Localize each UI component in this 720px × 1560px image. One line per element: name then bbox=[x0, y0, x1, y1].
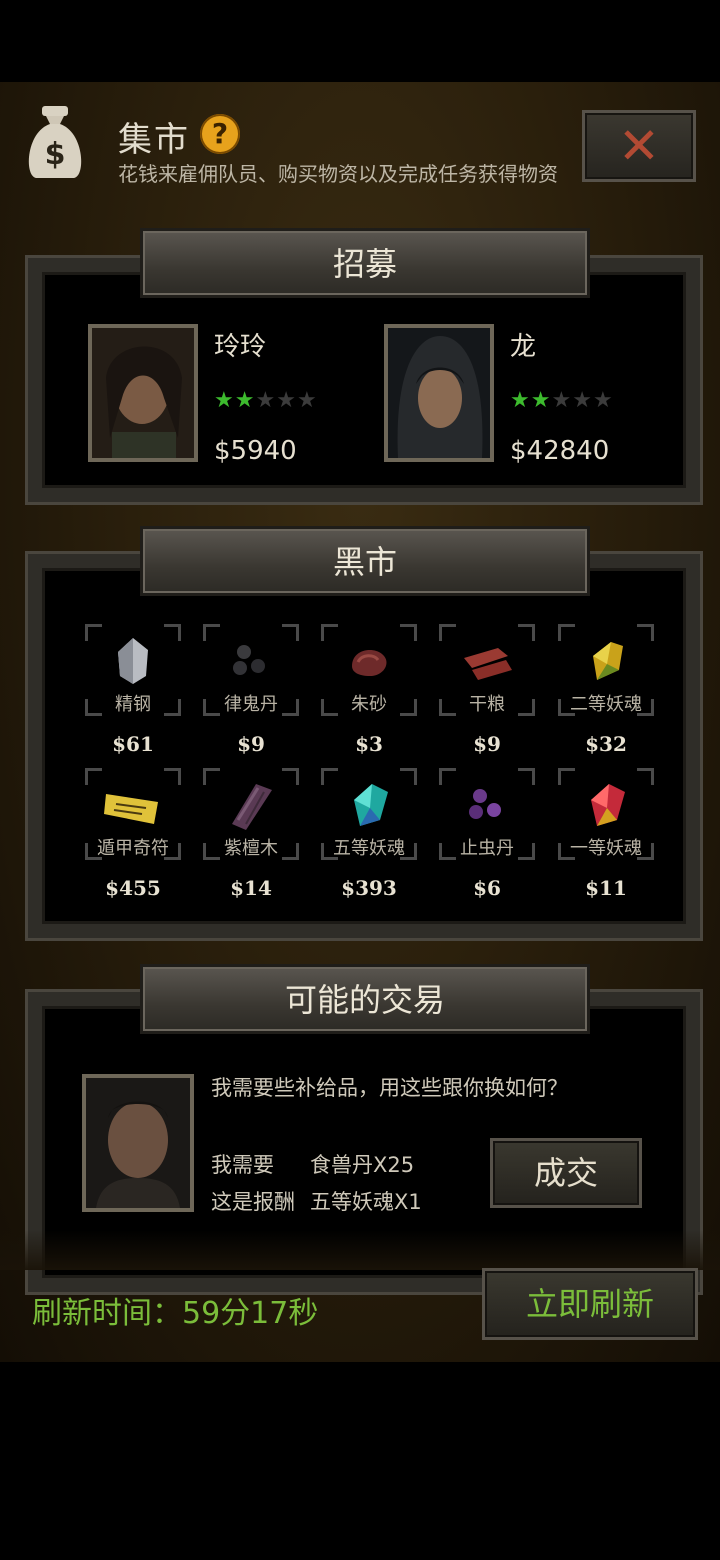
recruit-name: 龙 bbox=[510, 332, 537, 362]
black-market-section-title: 黑市 bbox=[140, 526, 590, 596]
close-icon: ✕ bbox=[618, 117, 660, 175]
red-crystal-icon bbox=[591, 784, 625, 826]
trader-avatar bbox=[82, 1074, 194, 1212]
item-price: $61 bbox=[112, 732, 154, 756]
portrait-image bbox=[388, 328, 490, 458]
item-name: 止虫丹 bbox=[460, 838, 514, 859]
item-price: $14 bbox=[230, 876, 272, 900]
item-name: 朱砂 bbox=[351, 694, 387, 715]
market-item[interactable]: 遁甲奇符 $455 bbox=[85, 768, 181, 900]
item-name: 精钢 bbox=[115, 694, 151, 715]
trade-reward-item: 五等妖魂X1 bbox=[310, 1190, 422, 1214]
item-name: 律鬼丹 bbox=[224, 694, 278, 715]
refresh-now-button[interactable]: 立即刷新 bbox=[482, 1268, 698, 1340]
item-price: $11 bbox=[585, 876, 627, 900]
star-filled-icon: ★ bbox=[510, 388, 531, 413]
star-empty-icon: ★ bbox=[551, 388, 573, 413]
market-item[interactable]: 律鬼丹 $9 bbox=[203, 624, 299, 756]
item-price: $6 bbox=[473, 876, 501, 900]
black-pills-icon bbox=[233, 645, 265, 675]
recruit-card-long[interactable]: 龙 ★★★★★ $42840 bbox=[384, 324, 634, 466]
item-name: 干粮 bbox=[469, 694, 505, 715]
deal-button[interactable]: 成交 bbox=[490, 1138, 642, 1208]
market-item[interactable]: 朱砂 $3 bbox=[321, 624, 417, 756]
cinnabar-icon bbox=[352, 650, 387, 676]
scroll-fade bbox=[0, 1230, 720, 1270]
star-rating: ★★★★★ bbox=[510, 388, 614, 413]
item-name: 五等妖魂 bbox=[333, 838, 405, 859]
avatar bbox=[384, 324, 494, 462]
star-empty-icon: ★ bbox=[592, 388, 614, 413]
close-button[interactable]: ✕ bbox=[582, 110, 696, 182]
page-title: 集市 bbox=[118, 120, 190, 160]
item-price: $455 bbox=[105, 876, 161, 900]
item-name: 紫檀木 bbox=[224, 838, 278, 859]
star-empty-icon: ★ bbox=[255, 388, 277, 413]
trade-reward-label: 这是报酬 bbox=[211, 1190, 295, 1214]
item-name: 二等妖魂 bbox=[570, 694, 642, 715]
recruit-section-title: 招募 bbox=[140, 228, 590, 298]
avatar bbox=[88, 324, 198, 462]
sandalwood-icon bbox=[232, 784, 272, 830]
refresh-timer: 刷新时间：59分17秒 bbox=[32, 1296, 319, 1331]
item-name: 遁甲奇符 bbox=[97, 838, 169, 859]
steel-ore-icon bbox=[118, 638, 148, 684]
star-empty-icon: ★ bbox=[296, 388, 318, 413]
item-name: 一等妖魂 bbox=[570, 838, 642, 859]
recruit-card-lingling[interactable]: 玲玲 ★★★★★ $5940 bbox=[88, 324, 338, 466]
market-item[interactable]: 干粮 $9 bbox=[439, 624, 535, 756]
purple-pills-icon bbox=[469, 789, 501, 819]
recruit-price: $5940 bbox=[214, 436, 297, 466]
item-price: $32 bbox=[585, 732, 627, 756]
trade-section-title: 可能的交易 bbox=[140, 964, 590, 1034]
market-item[interactable]: 二等妖魂 $32 bbox=[558, 624, 654, 756]
market-item[interactable]: 精钢 $61 bbox=[85, 624, 181, 756]
portrait-image bbox=[92, 328, 194, 458]
help-icon[interactable]: ? bbox=[200, 114, 240, 154]
trade-message: 我需要些补给品，用这些跟你换如何？ bbox=[211, 1076, 568, 1100]
jerky-icon bbox=[464, 648, 512, 680]
recruit-price: $42840 bbox=[510, 436, 610, 466]
star-filled-icon: ★ bbox=[214, 388, 235, 413]
market-item[interactable]: 止虫丹 $6 bbox=[439, 768, 535, 900]
trade-need-item: 食兽丹X25 bbox=[310, 1153, 415, 1177]
portrait-image bbox=[86, 1078, 190, 1208]
item-price: $393 bbox=[341, 876, 397, 900]
star-filled-icon: ★ bbox=[234, 388, 256, 413]
yellow-crystal-icon bbox=[593, 642, 623, 680]
svg-text:$: $ bbox=[45, 137, 66, 172]
talisman-icon bbox=[104, 794, 158, 824]
star-rating: ★★★★★ bbox=[214, 388, 318, 413]
star-empty-icon: ★ bbox=[572, 388, 593, 413]
market-item[interactable]: 一等妖魂 $11 bbox=[558, 768, 654, 900]
page-subtitle: 花钱来雇佣队员、购买物资以及完成任务获得物资 bbox=[118, 162, 558, 186]
market-item[interactable]: 紫檀木 $14 bbox=[203, 768, 299, 900]
recruit-name: 玲玲 bbox=[214, 332, 267, 362]
item-price: $3 bbox=[355, 732, 383, 756]
star-empty-icon: ★ bbox=[276, 388, 297, 413]
money-bag-icon: $ bbox=[28, 106, 82, 178]
star-filled-icon: ★ bbox=[530, 388, 552, 413]
item-price: $9 bbox=[473, 732, 501, 756]
item-price: $9 bbox=[237, 732, 265, 756]
cyan-crystal-icon bbox=[354, 784, 388, 826]
trade-need-label: 我需要 bbox=[211, 1153, 274, 1177]
market-item[interactable]: 五等妖魂 $393 bbox=[321, 768, 417, 900]
